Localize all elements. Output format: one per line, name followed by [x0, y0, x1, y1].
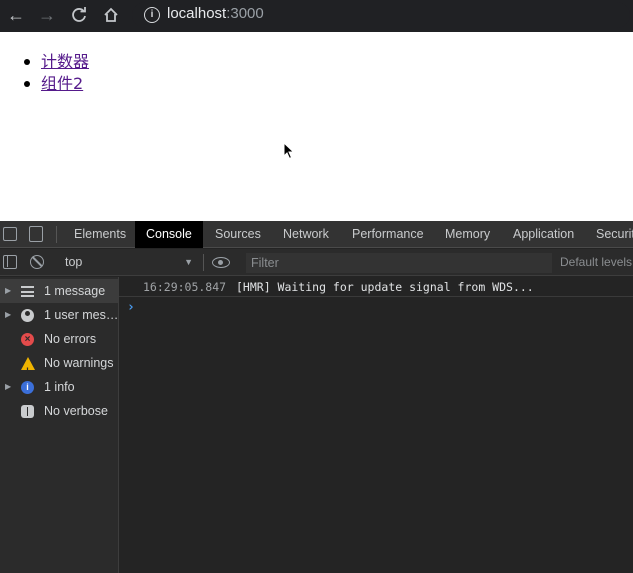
url-host: localhost — [167, 5, 227, 22]
expand-triangle-icon[interactable]: ▶ — [5, 375, 11, 399]
context-value: top — [65, 255, 83, 269]
site-info-icon[interactable]: i — [144, 7, 160, 23]
console-toolbar: top ▼ Default levels — [0, 249, 633, 276]
filter-input[interactable] — [246, 253, 552, 273]
user-icon — [21, 309, 34, 322]
sidebar-item-messages[interactable]: ▶ 1 message — [0, 279, 118, 303]
tab-application[interactable]: Application — [502, 221, 585, 248]
tab-console[interactable]: Console — [135, 221, 203, 248]
tab-sources[interactable]: Sources — [204, 221, 272, 248]
sidebar-item-errors[interactable]: × No errors — [0, 327, 118, 351]
sidebar-item-label: No verbose — [44, 404, 108, 418]
sidebar-item-label: 1 message — [44, 284, 106, 298]
list-item: 计数器 — [22, 51, 89, 73]
divider — [203, 254, 204, 271]
list-item: 组件2 — [22, 73, 89, 95]
tab-performance[interactable]: Performance — [341, 221, 435, 248]
forward-arrow-icon[interactable]: → — [36, 4, 58, 26]
clear-console-icon[interactable] — [30, 255, 44, 269]
log-message-row[interactable]: 16:29:05.847 [HMR] Waiting for update si… — [119, 277, 633, 297]
browser-toolbar: ← → i localhost:3000 — [0, 0, 633, 32]
inspect-element-icon[interactable] — [3, 227, 17, 241]
sidebar-item-warnings[interactable]: ! No warnings — [0, 351, 118, 375]
list-icon — [21, 286, 34, 297]
devtools-panel: Elements Console Sources Network Perform… — [0, 221, 633, 573]
info-icon: i — [21, 381, 34, 394]
sidebar-toggle-icon[interactable] — [3, 255, 17, 269]
component2-link[interactable]: 组件2 — [41, 74, 83, 93]
live-expression-eye-icon[interactable] — [212, 257, 230, 268]
dropdown-arrow-icon: ▼ — [184, 257, 193, 267]
tab-elements[interactable]: Elements — [63, 221, 137, 248]
divider — [56, 226, 57, 243]
url-port: :3000 — [226, 5, 264, 22]
console-output: 16:29:05.847 [HMR] Waiting for update si… — [119, 277, 633, 573]
sidebar-item-label: 1 info — [44, 380, 75, 394]
sidebar-item-user-messages[interactable]: ▶ 1 user mes… — [0, 303, 118, 327]
log-levels-dropdown[interactable]: Default levels — [560, 252, 632, 273]
mouse-cursor-icon — [283, 142, 295, 160]
page-viewport: 计数器 组件2 — [0, 32, 633, 221]
console-prompt-icon[interactable]: › — [127, 298, 135, 318]
console-sidebar: ▶ 1 message ▶ 1 user mes… × No errors ! … — [0, 277, 119, 573]
counter-link[interactable]: 计数器 — [41, 52, 89, 71]
sidebar-item-label: 1 user mes… — [44, 308, 118, 322]
tab-security[interactable]: Securit — [585, 221, 633, 248]
warning-icon: ! — [21, 357, 35, 375]
sidebar-item-label: No warnings — [44, 356, 114, 370]
error-icon: × — [21, 333, 34, 346]
context-select[interactable]: top ▼ — [56, 252, 200, 273]
tab-memory[interactable]: Memory — [434, 221, 501, 248]
expand-triangle-icon[interactable]: ▶ — [5, 303, 11, 327]
home-icon[interactable] — [100, 4, 122, 26]
devtools-tab-bar: Elements Console Sources Network Perform… — [0, 221, 633, 248]
nav-list: 计数器 组件2 — [22, 51, 89, 95]
log-message-text: [HMR] Waiting for update signal from WDS… — [236, 280, 534, 294]
bug-icon — [21, 405, 34, 418]
sidebar-item-info[interactable]: ▶ i 1 info — [0, 375, 118, 399]
log-timestamp: 16:29:05.847 — [143, 280, 227, 294]
sidebar-item-verbose[interactable]: No verbose — [0, 399, 118, 423]
sidebar-item-label: No errors — [44, 332, 97, 346]
device-toolbar-icon[interactable] — [29, 226, 43, 242]
address-bar[interactable]: i localhost:3000 — [132, 2, 630, 28]
url-text: localhost:3000 — [167, 5, 264, 22]
back-arrow-icon[interactable]: ← — [5, 4, 27, 26]
reload-icon[interactable] — [68, 4, 90, 26]
expand-triangle-icon[interactable]: ▶ — [5, 279, 11, 303]
tab-network[interactable]: Network — [272, 221, 340, 248]
